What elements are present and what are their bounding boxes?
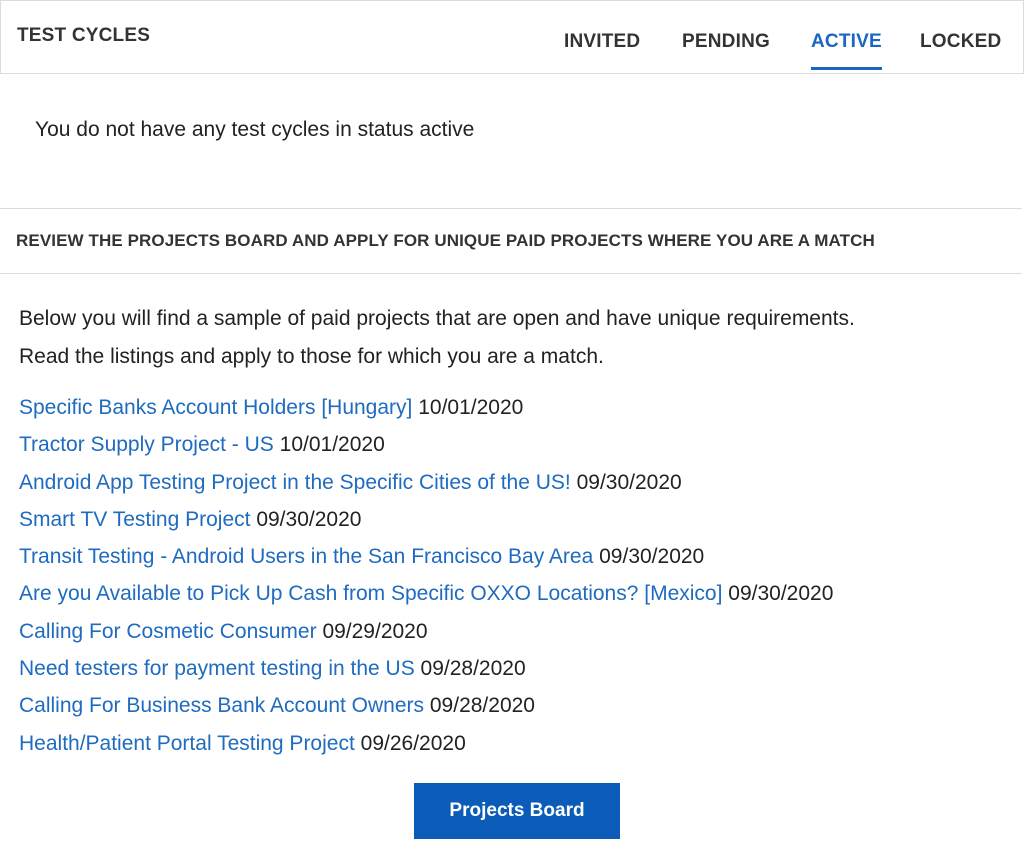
status-tabs: INVITED PENDING ACTIVE LOCKED — [1, 1, 1023, 73]
project-date: 09/29/2020 — [322, 619, 428, 643]
test-cycles-header: TEST CYCLES INVITED PENDING ACTIVE LOCKE… — [0, 0, 1024, 74]
project-link[interactable]: Calling For Cosmetic Consumer — [19, 620, 317, 643]
project-link[interactable]: Need testers for payment testing in the … — [19, 657, 415, 680]
list-item: Calling For Business Bank Account Owners… — [19, 691, 833, 728]
project-date: 10/01/2020 — [418, 396, 524, 419]
tab-invited[interactable]: INVITED — [564, 31, 640, 67]
projects-board-button[interactable]: Projects Board — [414, 783, 620, 839]
list-item: Are you Available to Pick Up Cash from S… — [19, 579, 833, 616]
intro-line-1: Below you will find a sample of paid pro… — [19, 307, 855, 330]
list-item: Android App Testing Project in the Speci… — [19, 468, 833, 505]
test-cycles-page: TEST CYCLES INVITED PENDING ACTIVE LOCKE… — [0, 0, 1024, 867]
list-item: Need testers for payment testing in the … — [19, 654, 833, 691]
project-date: 10/01/2020 — [279, 433, 385, 457]
project-date: 09/28/2020 — [429, 694, 535, 718]
tab-locked[interactable]: LOCKED — [920, 31, 1001, 67]
project-link[interactable]: Tractor Supply Project - US — [19, 433, 274, 456]
list-item: Health/Patient Portal Testing Project 09… — [19, 729, 833, 766]
project-link[interactable]: Transit Testing - Android Users in the S… — [19, 545, 593, 568]
list-item: Specific Banks Account Holders [Hungary]… — [19, 393, 833, 430]
list-item: Calling For Cosmetic Consumer 09/29/2020 — [19, 617, 833, 654]
project-date: 09/30/2020 — [576, 470, 682, 494]
list-item: Tractor Supply Project - US 10/01/2020 — [19, 430, 833, 467]
empty-state-message: You do not have any test cycles in statu… — [35, 118, 475, 141]
project-date: 09/28/2020 — [420, 657, 526, 681]
project-date: 09/30/2020 — [728, 582, 834, 606]
tab-active[interactable]: ACTIVE — [811, 31, 882, 70]
project-link[interactable]: Android App Testing Project in the Speci… — [19, 471, 571, 494]
list-item: Smart TV Testing Project 09/30/2020 — [19, 505, 833, 542]
project-link[interactable]: Calling For Business Bank Account Owners — [19, 694, 424, 717]
project-link[interactable]: Are you Available to Pick Up Cash from S… — [19, 582, 722, 605]
projects-section-title: REVIEW THE PROJECTS BOARD AND APPLY FOR … — [16, 231, 875, 250]
project-date: 09/30/2020 — [599, 545, 705, 569]
projects-list: Specific Banks Account Holders [Hungary]… — [19, 393, 833, 766]
list-item: Transit Testing - Android Users in the S… — [19, 542, 833, 579]
projects-intro: Below you will find a sample of paid pro… — [19, 300, 1009, 376]
tab-pending[interactable]: PENDING — [682, 31, 770, 67]
projects-section-header: REVIEW THE PROJECTS BOARD AND APPLY FOR … — [0, 208, 1022, 274]
project-link[interactable]: Health/Patient Portal Testing Project — [19, 732, 355, 755]
project-link[interactable]: Smart TV Testing Project — [19, 508, 250, 531]
project-link[interactable]: Specific Banks Account Holders [Hungary] — [19, 396, 412, 419]
project-date: 09/26/2020 — [360, 731, 466, 755]
intro-line-2: Read the listings and apply to those for… — [19, 345, 604, 368]
project-date: 09/30/2020 — [256, 507, 362, 531]
